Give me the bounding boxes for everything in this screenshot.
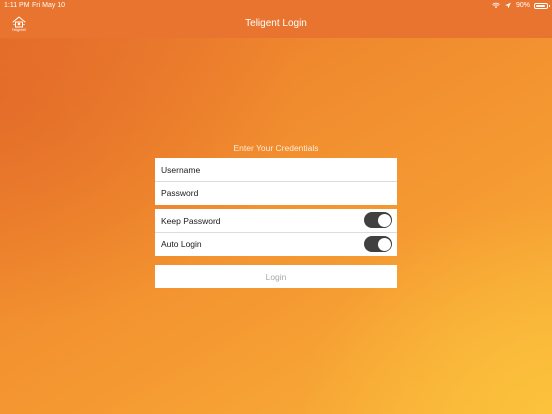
status-bar: 1:11 PM Fri May 10 90% [0,0,552,11]
credentials-prompt: Enter Your Credentials [233,143,319,153]
status-time: 1:11 PM [4,2,30,9]
battery-icon [534,2,550,9]
options-group: Keep Password Auto Login [155,209,397,256]
keep-password-label: Keep Password [161,215,221,226]
keep-password-row: Keep Password [155,209,397,232]
battery-tip [548,4,550,7]
password-input[interactable] [161,185,381,201]
battery-percent: 90% [515,2,530,9]
password-row [155,181,397,204]
auto-login-toggle[interactable] [364,236,392,252]
location-icon [505,2,511,9]
wifi-icon [492,2,500,9]
login-button[interactable]: Login [155,265,397,288]
status-date: Fri May 10 [32,2,66,9]
nav-bar: TeligentX Teligent Login [0,11,552,38]
toggle-knob [377,213,391,227]
username-input[interactable] [161,161,381,178]
toggle-knob [377,237,391,251]
auto-login-label: Auto Login [161,239,202,249]
username-row [155,158,397,181]
credentials-group [155,158,397,205]
page-title: Teligent Login [245,18,307,29]
battery-level [536,4,545,7]
status-indicators: 90% [492,2,550,9]
keep-password-toggle[interactable] [364,212,392,228]
auto-login-row: Auto Login [155,232,397,255]
